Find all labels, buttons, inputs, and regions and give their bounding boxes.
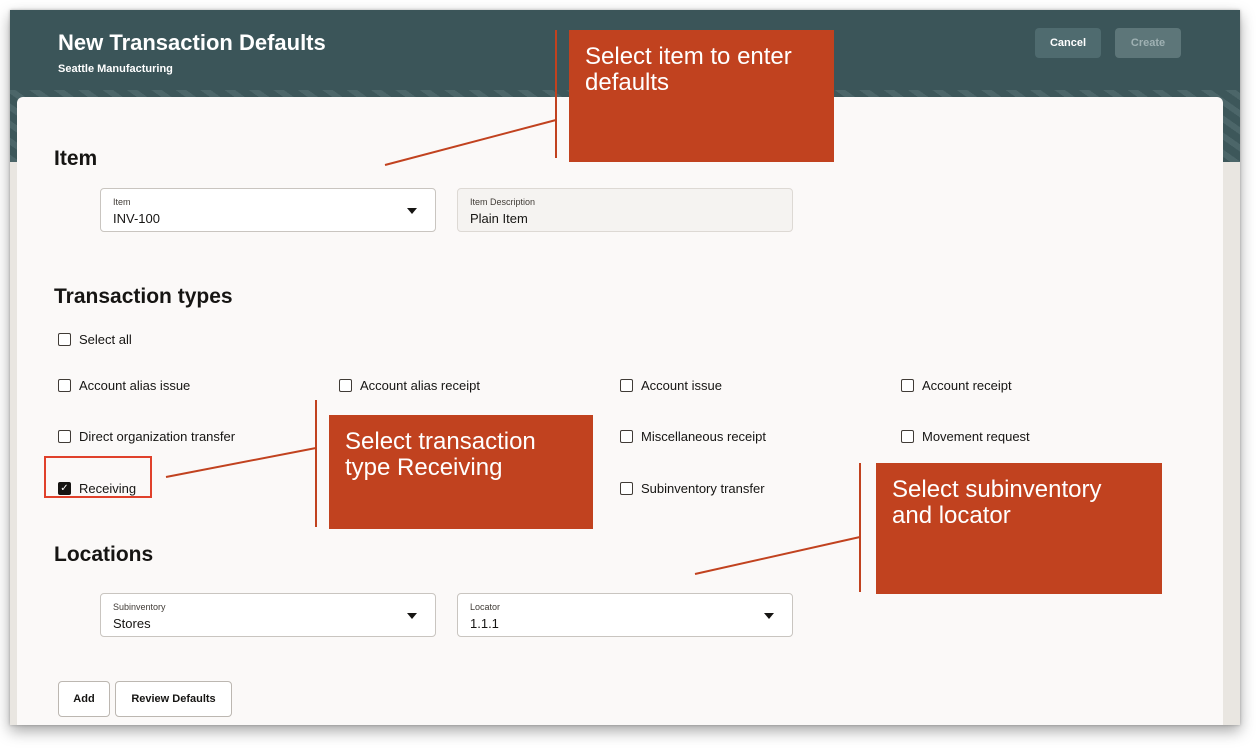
checkbox-label: Direct organization transfer (79, 429, 236, 444)
page-subtitle: Seattle Manufacturing (58, 63, 173, 75)
checkbox-direct-organization-transfer[interactable]: Direct organization transfer (58, 429, 235, 444)
subinventory-select[interactable]: Subinventory Stores (100, 593, 436, 637)
subinventory-value: Stores (113, 616, 151, 631)
form-card: Item Item INV-100 Item Description Plain… (17, 97, 1223, 725)
select-all-checkbox[interactable]: Select all (58, 332, 132, 347)
checkbox-label: Account alias issue (79, 378, 191, 393)
item-description-field: Item Description Plain Item (457, 188, 793, 232)
locator-select[interactable]: Locator 1.1.1 (457, 593, 793, 637)
checkbox-subinventory-transfer[interactable]: Subinventory transfer (620, 481, 765, 496)
callout-transaction-type: Select transaction type Receiving (329, 415, 593, 529)
item-description-label: Item Description (470, 197, 536, 207)
item-select[interactable]: Item INV-100 (100, 188, 436, 232)
checkbox-movement-request[interactable]: Movement request (901, 429, 1030, 444)
item-section-title: Item (54, 147, 98, 170)
locator-value: 1.1.1 (470, 616, 499, 631)
checkbox-label: Account receipt (922, 378, 1012, 393)
caret-down-icon[interactable] (764, 613, 774, 619)
checkbox-box[interactable] (58, 333, 71, 346)
checkbox-account-alias-issue[interactable]: Account alias issue (58, 378, 190, 393)
callout-item: Select item to enter defaults (569, 30, 834, 162)
page-title: New Transaction Defaults (58, 30, 326, 55)
callout-locations: Select subinventory and locator (876, 463, 1162, 594)
checkbox-miscellaneous-receipt[interactable]: Miscellaneous receipt (620, 429, 766, 444)
checkbox-account-issue[interactable]: Account issue (620, 378, 722, 393)
review-defaults-button[interactable]: Review Defaults (115, 681, 232, 717)
item-field-label: Item (113, 197, 131, 207)
checkbox-box[interactable] (901, 430, 914, 443)
subinventory-label: Subinventory (113, 602, 166, 612)
locations-title: Locations (54, 543, 154, 566)
checkbox-label: Subinventory transfer (641, 481, 765, 496)
select-all-label: Select all (79, 332, 132, 347)
create-button[interactable]: Create (1115, 28, 1181, 58)
checkbox-label: Account issue (641, 378, 722, 393)
caret-down-icon[interactable] (407, 613, 417, 619)
checkbox-account-alias-receipt[interactable]: Account alias receipt (339, 378, 480, 393)
add-button[interactable]: Add (58, 681, 110, 717)
checkbox-box[interactable] (58, 379, 71, 392)
checkbox-box[interactable] (339, 379, 352, 392)
checkbox-label: Movement request (922, 429, 1030, 444)
checkbox-label: Miscellaneous receipt (641, 429, 767, 444)
item-description-value: Plain Item (470, 211, 528, 226)
transaction-types-title: Transaction types (54, 285, 233, 308)
checkbox-box[interactable] (901, 379, 914, 392)
locator-label: Locator (470, 602, 501, 612)
checkbox-account-receipt[interactable]: Account receipt (901, 378, 1012, 393)
item-field-value: INV-100 (113, 211, 160, 226)
receiving-highlight-box (44, 456, 152, 498)
checkbox-label: Account alias receipt (360, 378, 480, 393)
checkbox-box[interactable] (620, 379, 633, 392)
checkbox-box[interactable] (58, 430, 71, 443)
caret-down-icon[interactable] (407, 208, 417, 214)
checkbox-box[interactable] (620, 482, 633, 495)
checkbox-box[interactable] (620, 430, 633, 443)
cancel-button[interactable]: Cancel (1035, 28, 1101, 58)
